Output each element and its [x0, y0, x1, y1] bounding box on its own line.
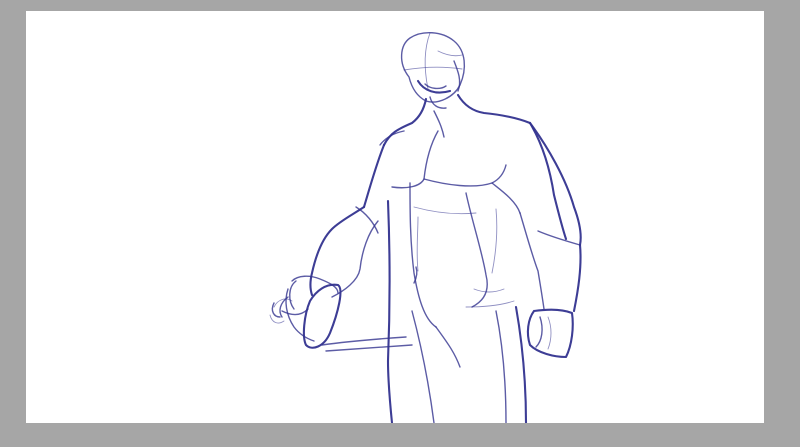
- sketch-strokes: [269, 32, 582, 423]
- neck-shoulders-sketch: [379, 93, 532, 147]
- staff-sketch: [321, 336, 413, 352]
- held-ball-sketch: [269, 275, 342, 349]
- head-sketch: [400, 32, 466, 109]
- right-fist-sketch: [526, 308, 574, 359]
- legs-sketch: [386, 199, 528, 423]
- workspace: [0, 0, 800, 447]
- torso-sketch: [362, 121, 568, 328]
- left-arm-sketch: [309, 205, 379, 298]
- drawing-canvas[interactable]: [26, 11, 764, 423]
- figure-sketch: [269, 32, 582, 423]
- right-arm-sketch: [519, 121, 582, 313]
